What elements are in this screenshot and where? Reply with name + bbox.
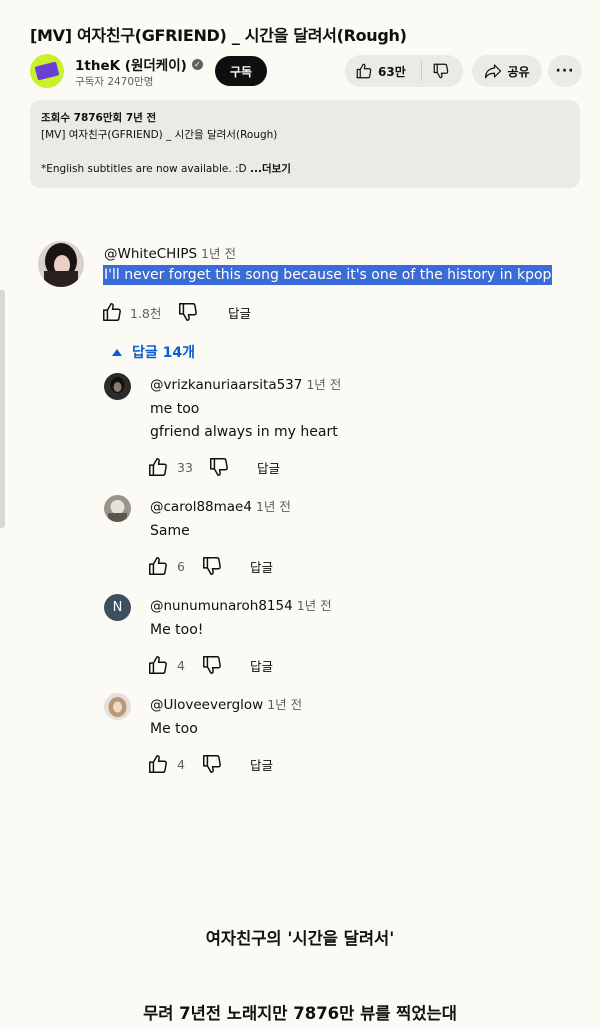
reply-text: gfriend always in my heart (150, 424, 338, 440)
reply-author[interactable]: @Uloveeverglow (150, 697, 263, 713)
thumbs-down-icon (433, 63, 449, 79)
reply-like-count: 4 (177, 756, 185, 772)
thumbs-up-icon[interactable] (100, 301, 124, 323)
channel-name-label: 1theK (원더케이) (75, 58, 187, 74)
comment-like-count: 1.8천 (130, 305, 162, 321)
comment-header: @WhiteCHIPS 1년 전 (104, 243, 236, 262)
reply-header: @carol88mae4 1년 전 (150, 496, 291, 515)
thumbs-up-icon[interactable] (146, 456, 170, 478)
reply-text: Me too! (150, 622, 204, 638)
reply-reply-button[interactable]: 답글 (250, 755, 273, 774)
share-button[interactable]: 공유 (472, 55, 542, 87)
thumbs-up-icon[interactable] (146, 654, 170, 676)
description-line-2: *English subtitles are now available. :D… (41, 161, 569, 178)
comment-reply-button[interactable]: 답글 (228, 303, 251, 322)
reply-actions: 4 답글 (146, 753, 273, 775)
reply-time: 1년 전 (255, 499, 291, 514)
reply-actions: 6 답글 (146, 555, 273, 577)
reply-text: Me too (150, 721, 198, 737)
reply-reply-button[interactable]: 답글 (250, 656, 273, 675)
reply-avatar[interactable] (104, 693, 131, 720)
reply-like-count: 33 (177, 459, 193, 475)
like-dislike-pill: 63만 (345, 55, 463, 87)
more-icon: ··· (555, 63, 575, 79)
thumbs-down-icon[interactable] (200, 555, 224, 577)
channel-avatar[interactable] (30, 54, 64, 88)
thumbs-down-icon[interactable] (176, 301, 200, 323)
channel-name[interactable]: 1theK (원더케이) ✓ (75, 54, 203, 74)
reply-author[interactable]: @vrizkanuriaarsita537 (150, 377, 302, 393)
reply-reply-button[interactable]: 답글 (250, 557, 273, 576)
thumbs-up-icon[interactable] (146, 753, 170, 775)
more-actions-button[interactable]: ··· (548, 55, 582, 87)
replies-toggle-label: 답글 14개 (132, 345, 195, 361)
reply-time: 1년 전 (296, 598, 332, 613)
video-title: [MV] 여자친구(GFRIEND) _ 시간을 달려서(Rough) (30, 26, 407, 45)
reply-avatar[interactable] (104, 495, 131, 522)
thumbs-down-icon[interactable] (200, 654, 224, 676)
reply-time: 1년 전 (306, 377, 342, 392)
scrollbar[interactable] (0, 290, 5, 528)
thumbs-down-icon[interactable] (200, 753, 224, 775)
reply-author[interactable]: @nunumunaroh8154 (150, 598, 293, 614)
reply-like-count: 6 (177, 558, 185, 574)
video-dislike-button[interactable] (422, 62, 450, 80)
comment-text-selected: I'll never forget this song because it's… (103, 265, 553, 285)
reply-text: me too (150, 401, 200, 417)
video-like-count: 63만 (378, 64, 406, 79)
reply-header: @Uloveeverglow 1년 전 (150, 694, 302, 713)
reply-avatar[interactable] (104, 373, 131, 400)
description-box[interactable]: 조회수 7876만회 7년 전 [MV] 여자친구(GFRIEND) _ 시간을… (30, 100, 580, 188)
comment-actions: 1.8천 답글 (100, 301, 251, 323)
reply-header: @nunumunaroh8154 1년 전 (150, 595, 332, 614)
thumbs-up-icon[interactable] (146, 555, 170, 577)
verified-icon: ✓ (191, 58, 203, 70)
reply-avatar[interactable]: N (104, 594, 131, 621)
share-icon (485, 64, 502, 79)
reply-reply-button[interactable]: 답글 (257, 458, 280, 477)
show-more-link[interactable]: ...더보기 (250, 163, 291, 175)
caption-line-2: 무려 7년전 노래지만 7876만 뷰를 찍었는대 (143, 1004, 457, 1023)
reply-like-count: 4 (177, 657, 185, 673)
replies-toggle[interactable]: 답글 14개 (112, 342, 195, 362)
comment-author[interactable]: @WhiteCHIPS (104, 246, 197, 262)
subscriber-count: 구독자 2470만명 (75, 76, 154, 88)
description-line: [MV] 여자친구(GFRIEND) _ 시간을 달려서(Rough) (41, 129, 278, 141)
subscribe-button[interactable]: 구독 (215, 56, 267, 86)
reply-header: @vrizkanuriaarsita537 1년 전 (150, 374, 341, 393)
view-stats: 조회수 7876만회 7년 전 (41, 112, 157, 124)
reply-author[interactable]: @carol88mae4 (150, 499, 252, 515)
reply-actions: 4 답글 (146, 654, 273, 676)
chevron-up-icon (112, 348, 122, 356)
thumbs-up-icon (356, 63, 372, 79)
avatar-initial: N (112, 600, 123, 615)
caption-line-1: 여자친구의 '시간을 달려서' (205, 929, 395, 948)
thumbs-down-icon[interactable] (207, 456, 231, 478)
comment-time: 1년 전 (201, 246, 236, 261)
reply-actions: 33 답글 (146, 456, 280, 478)
description-english-note: *English subtitles are now available. :D (41, 163, 247, 175)
video-like-button[interactable]: 63만 (345, 62, 421, 80)
comment-text: I'll never forget this song because it's… (103, 265, 553, 285)
comment-avatar[interactable] (38, 241, 84, 287)
reply-text: Same (150, 523, 190, 539)
reply-time: 1년 전 (267, 697, 303, 712)
share-label: 공유 (507, 64, 530, 79)
